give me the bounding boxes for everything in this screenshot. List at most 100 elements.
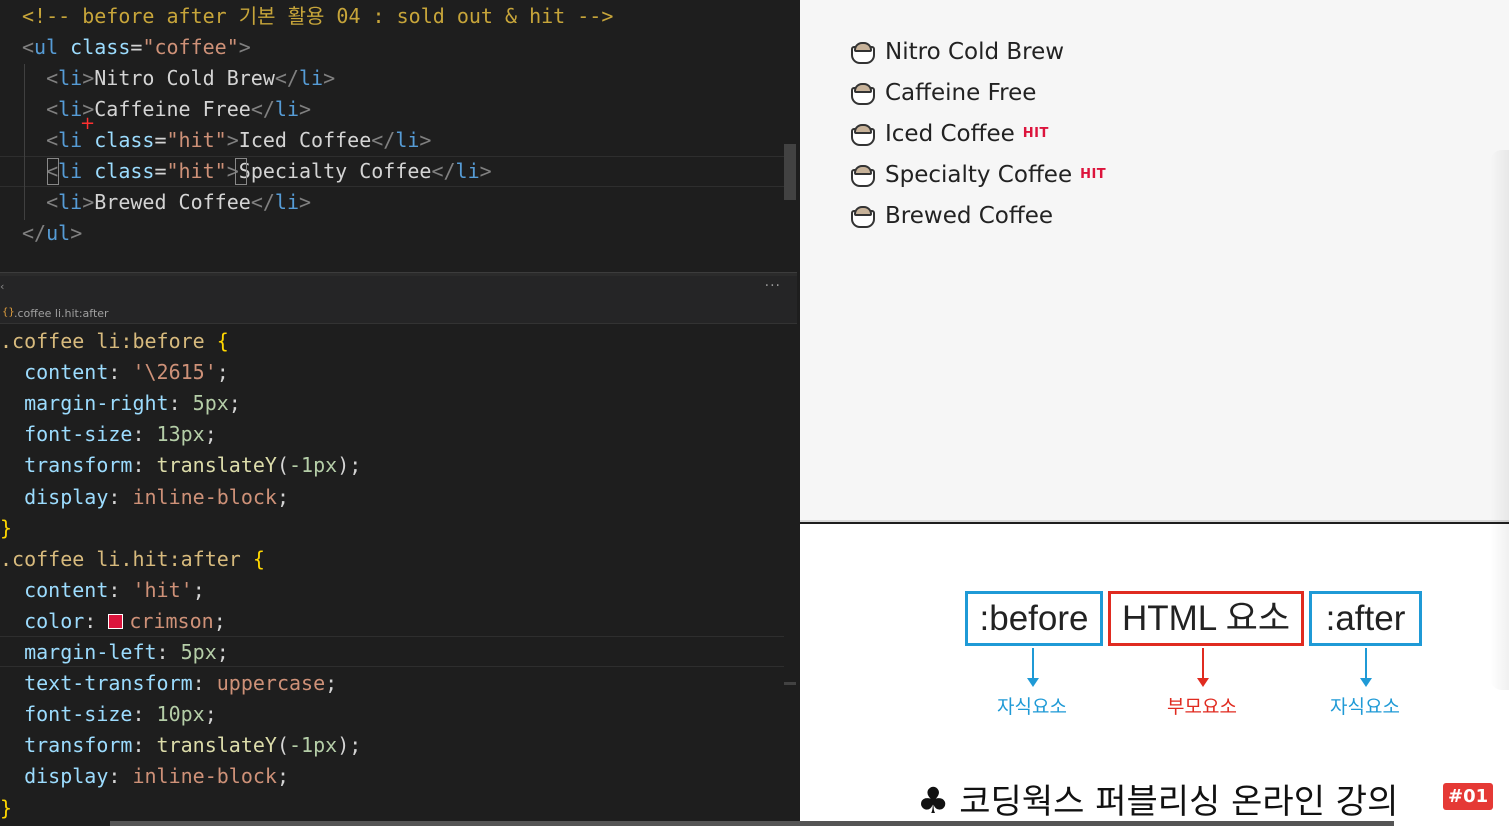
arrow-down-icon [1360,648,1372,687]
code-line[interactable]: margin-right: 5px; [0,388,241,419]
code-token: < [22,97,59,121]
coffee-name: Specialty Coffee [885,161,1073,188]
code-token: Specialty Coffee [238,159,432,183]
coffee-name: Caffeine Free [885,79,1037,106]
code-token: { [252,546,265,571]
html-pane-scrollbar[interactable] [784,144,796,200]
code-token: class [94,128,155,152]
breadcrumb-bar: ‹ ··· {} .coffee li.hit:after [0,276,797,324]
code-token: : [84,608,109,633]
code-line[interactable]: display: inline-block; [0,761,289,792]
code-line[interactable]: color: crimson; [0,606,226,637]
code-token: transform [0,733,133,758]
code-token: "hit" [166,128,227,152]
code-token: : [108,577,133,602]
coffee-cup-icon [850,82,875,105]
code-token: > [419,128,432,152]
course-title: ♣ 코딩웍스 퍼블리싱 온라인 강의 [917,774,1398,823]
code-token: "coffee" [142,35,239,59]
code-line[interactable]: <!-- before after 기본 활용 04 : sold out & … [22,1,613,32]
code-token: li [58,159,95,183]
before-box: :before [965,591,1103,646]
episode-badge: #01 [1443,783,1494,810]
code-line[interactable]: margin-left: 5px; [0,637,229,668]
code-token: ( [276,453,290,478]
code-token: : [108,360,133,385]
code-token: li [58,66,83,90]
code-line[interactable]: content: 'hit'; [0,575,205,606]
code-line[interactable]: .coffee li.hit:after { [0,544,265,575]
code-line[interactable]: transform: translateY(-1px); [0,730,361,761]
code-line[interactable]: .coffee li:before { [0,326,229,357]
code-token: = [154,159,167,183]
coffee-cup-icon [850,123,875,146]
code-line[interactable]: <li>Caffeine Free</li> [22,94,311,125]
code-line[interactable]: transform: translateY(-1px); [0,450,361,481]
code-token: ; [228,391,241,416]
code-token: ; [213,608,226,633]
code-line[interactable]: <ul class="coffee"> [22,32,251,63]
code-token: li [455,159,480,183]
browser-preview: Nitro Cold Brew Caffeine Free Iced Coffee H… [800,0,1509,522]
code-token: > [226,128,239,152]
course-title-text: 코딩웍스 퍼블리싱 온라인 강의 [959,782,1399,822]
code-line[interactable]: font-size: 13px; [0,419,217,450]
css-pane-scrollbar[interactable] [784,682,796,685]
code-token: ul [46,221,71,245]
code-token: li [395,128,420,152]
code-line[interactable]: content: '\2615'; [0,357,229,388]
coffee-list-item: Nitro Cold Brew [850,31,1106,72]
code-line[interactable]: } [0,513,12,544]
mouse-cursor-icon: + [80,113,96,134]
code-token: crimson [129,608,214,633]
child-element-label: 자식요소 [1330,696,1400,718]
code-token: ; [276,764,290,789]
code-line[interactable]: } [0,793,12,824]
code-token: translateY [156,733,277,758]
code-token: : [132,422,157,447]
code-token: display [0,764,109,789]
code-token: = [130,35,143,59]
club-icon: ♣ [917,781,950,822]
code-token: : [132,702,157,727]
code-token: > [479,159,492,183]
code-editor[interactable]: <!-- before after 기본 활용 04 : sold out & … [0,0,800,826]
code-line[interactable]: font-size: 10px; [0,699,217,730]
code-line[interactable]: </ul> [22,218,82,249]
code-line[interactable]: text-transform: uppercase; [0,668,337,699]
code-line[interactable]: display: inline-block; [0,482,289,513]
code-token: text-transform [0,671,193,696]
code-token: content [0,577,109,602]
breadcrumb[interactable]: .coffee li.hit:after [14,307,109,320]
code-token: ); [337,453,362,478]
bracket-match-highlight [47,158,59,185]
code-token: > [238,35,251,59]
code-token: </ [431,159,456,183]
code-token: ( [276,733,290,758]
code-line[interactable]: <li>Brewed Coffee</li> [22,187,311,218]
code-token: 13px [156,422,205,447]
collapse-icon[interactable]: ‹ [0,280,4,293]
coffee-list-item: Iced Coffee HIT [850,113,1106,154]
hit-badge: HIT [1080,166,1107,182]
video-progress-bar[interactable] [110,821,1394,826]
bracket-match-highlight [235,158,247,185]
code-token: = [154,128,167,152]
code-token: > [323,66,336,90]
code-line[interactable]: <li>Nitro Cold Brew</li> [22,63,335,94]
coffee-list-item: Caffeine Free [850,72,1106,113]
more-actions-icon[interactable]: ··· [765,278,781,294]
code-token: display [0,484,109,509]
color-swatch-icon[interactable] [108,613,124,629]
code-line[interactable]: <li class="hit">Specialty Coffee</li> [22,156,492,187]
code-token: font-size [0,422,133,447]
code-token: Nitro Cold Brew [94,66,275,90]
code-token: ; [216,360,229,385]
code-token: li [58,97,83,121]
after-box: :after [1309,591,1422,646]
code-token: </ [274,66,299,90]
code-token: ; [216,640,229,664]
coffee-cup-icon [850,205,875,228]
code-token: > [299,97,312,121]
code-token: : [168,391,193,416]
